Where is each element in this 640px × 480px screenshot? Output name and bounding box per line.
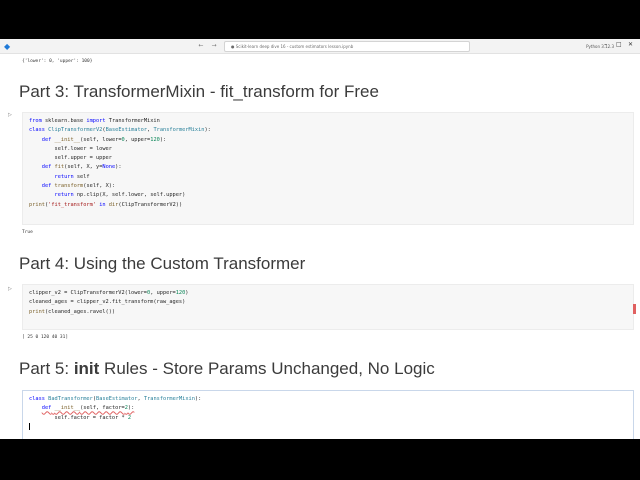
code-cell-bad-transformer[interactable]: class BadTransformer(BaseEstimator, Tran…	[22, 390, 634, 439]
heading-part3: Part 3: TransformerMixin - fit_transform…	[19, 82, 379, 101]
command-center-search[interactable]: ● Scikit-learn deep dive 16 - custom est…	[224, 40, 470, 52]
code-editor[interactable]: clipper_v2 = ClipTransformerV2(lower=0, …	[23, 285, 633, 317]
notebook-window: ◆ ← → ● Scikit-learn deep dive 16 - cust…	[0, 39, 640, 439]
run-cell-icon[interactable]: ▷	[8, 112, 12, 118]
code-line: def __init__(self, lower=0, upper=120):	[41, 136, 167, 143]
back-arrow-icon[interactable]: ←	[197, 42, 205, 50]
code-line: class ClipTransformerV2(BaseEstimator, T…	[29, 127, 211, 134]
code-line: class BadTransformer(BaseEstimator, Tran…	[29, 396, 202, 402]
cell-output-true: True	[22, 230, 33, 235]
heading-part5: Part 5: init Rules - Store Params Unchan…	[19, 359, 435, 379]
code-line: self.upper = upper	[29, 155, 112, 162]
heading-part5-bold: init	[73, 359, 100, 378]
code-editor[interactable]: class BadTransformer(BaseEstimator, Tran…	[23, 391, 633, 432]
code-line: from sklearn.base import TransformerMixi…	[29, 118, 160, 124]
heading-part5-suffix: Rules - Store Params Unchanged, No Logic	[99, 359, 435, 378]
forward-arrow-icon[interactable]: →	[210, 42, 218, 50]
maximize-icon[interactable]: □	[616, 41, 622, 48]
code-line: self.lower = lower	[29, 145, 112, 152]
text-cursor	[29, 422, 30, 430]
heading-part4: Part 4: Using the Custom Transformer	[19, 254, 306, 273]
code-line: return self	[54, 173, 90, 180]
run-cell-icon[interactable]: ▷	[8, 286, 12, 292]
heading-part5-prefix: Part 5:	[19, 359, 74, 378]
code-line: def __init__(self, factor=2):	[41, 405, 135, 412]
code-editor[interactable]: from sklearn.base import TransformerMixi…	[23, 113, 633, 210]
cell-output-array: [ 25 0 120 40 31]	[22, 335, 69, 340]
scrollbar-marker[interactable]	[633, 304, 636, 314]
kernel-selector[interactable]: Python 3.12.3	[586, 44, 614, 49]
code-line: cleaned_ages = clipper_v2.fit_transform(…	[29, 299, 186, 306]
code-line: clipper_v2 = ClipTransformerV2(lower=0, …	[29, 290, 189, 296]
close-icon[interactable]: ✕	[628, 41, 633, 48]
code-line: print('fit_transform' in dir(ClipTransfo…	[29, 201, 183, 208]
code-line: def transform(self, X):	[41, 183, 116, 190]
minimize-icon[interactable]: –	[604, 41, 607, 48]
code-cell-clip-transformer[interactable]: from sklearn.base import TransformerMixi…	[22, 112, 634, 225]
code-line: return np.clip(X, self.lower, self.upper…	[54, 192, 186, 199]
code-line: def fit(self, X, y=None):	[41, 164, 122, 171]
vscode-logo-icon: ◆	[4, 41, 11, 51]
code-cell-use-transformer[interactable]: clipper_v2 = ClipTransformerV2(lower=0, …	[22, 284, 634, 330]
title-bar: ◆ ← → ● Scikit-learn deep dive 16 - cust…	[0, 39, 640, 54]
code-line: print(cleaned_ages.ravel())	[29, 308, 116, 315]
code-line: self.factor = factor * 2	[29, 414, 132, 421]
cell-output-dict: {'lower': 0, 'upper': 100}	[22, 59, 93, 64]
notebook-scroll-area[interactable]: {'lower': 0, 'upper': 100} Part 3: Trans…	[0, 54, 636, 439]
